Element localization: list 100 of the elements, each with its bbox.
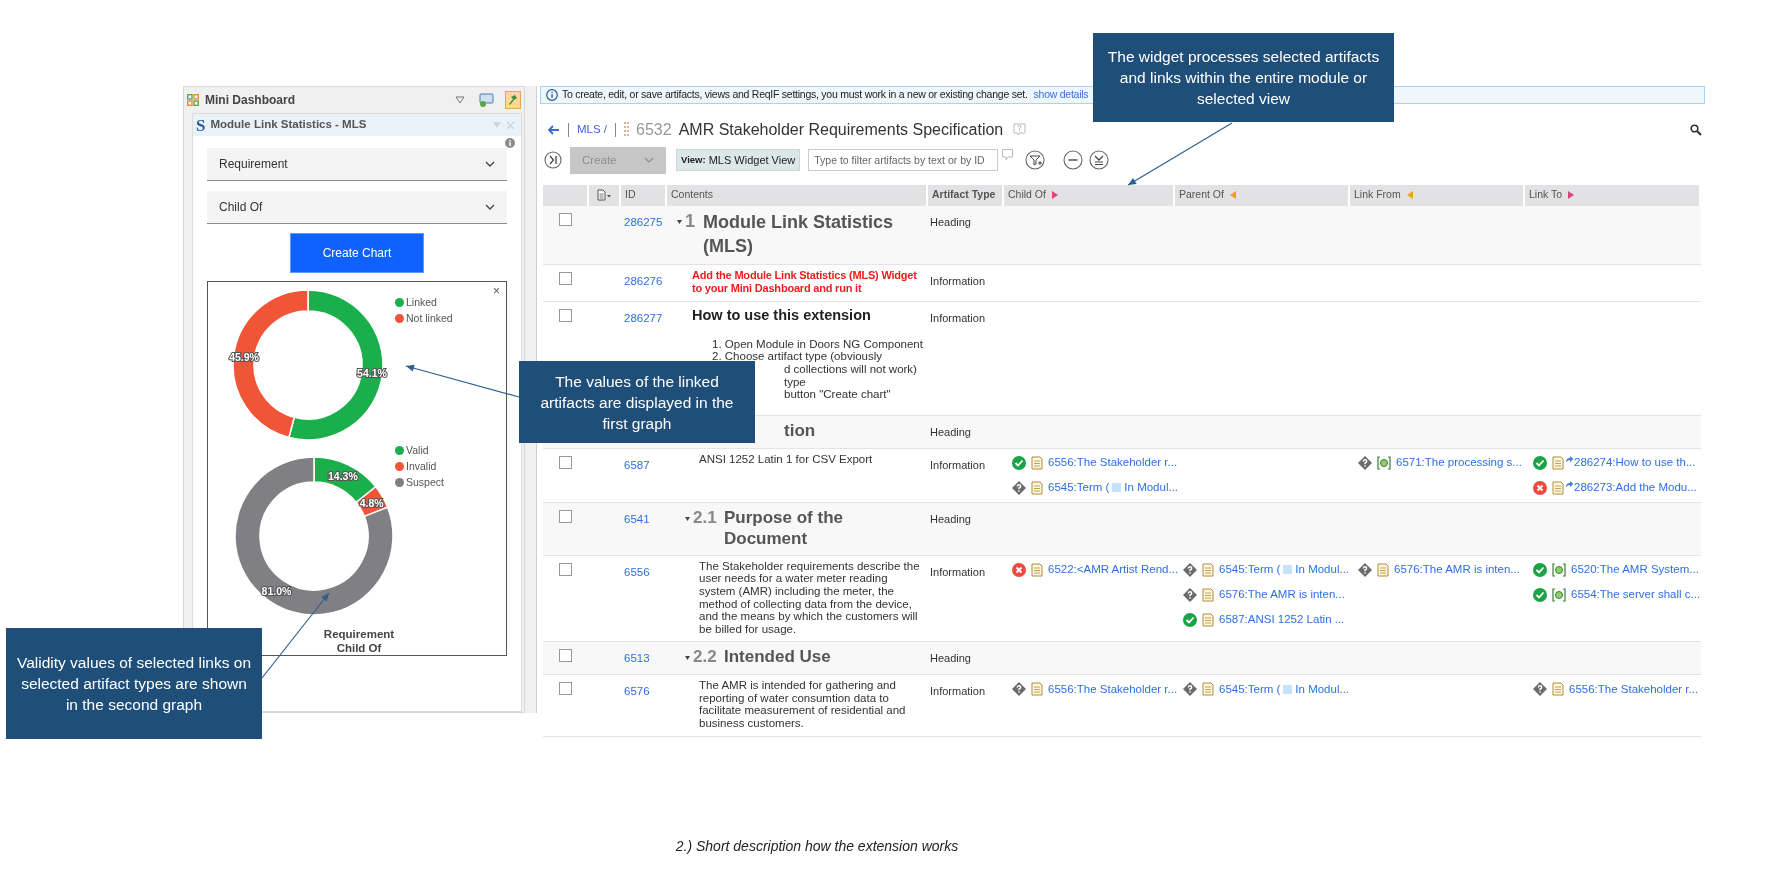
cross-circle-icon — [1533, 480, 1547, 495]
column-header[interactable]: Link To — [1525, 184, 1699, 206]
link-item[interactable]: 6556:The Stakeholder r... — [1569, 680, 1699, 698]
slice-label: 4.8% — [359, 496, 384, 509]
collapse-all-icon[interactable] — [1063, 150, 1084, 171]
chevron-icon — [644, 157, 654, 164]
column-header[interactable]: ID — [621, 184, 665, 206]
link-item[interactable]: 6576:The AMR is inten... — [1394, 561, 1520, 579]
check-circle-icon — [1533, 455, 1547, 470]
legend-label: Suspect — [406, 475, 444, 490]
content-text: The Stakeholder requirements describe the user needs for a water meter reading system (AMR) including the meter, the method of collecting data from the device, and the means by which the customers will be billed for usage. — [698, 559, 921, 636]
expand-caret-icon[interactable] — [685, 516, 690, 521]
left-triangle-icon — [1229, 191, 1236, 200]
expand-caret-icon[interactable] — [685, 656, 690, 661]
list-line: button "Create chart" — [784, 388, 891, 401]
artifact-id-link[interactable]: 286275 — [624, 215, 663, 228]
question-diamond-icon — [1183, 682, 1197, 697]
check-circle-icon — [1183, 612, 1197, 627]
pin-icon — [508, 94, 518, 106]
link-item[interactable]: 6545:Term ( In Modul... — [1219, 561, 1350, 579]
note-text: Add the Module Link Statistics (MLS) Widget to your Mini Dashboard and run it — [691, 268, 918, 295]
expand-all-icon[interactable] — [1089, 150, 1110, 171]
help-icon — [1002, 148, 1014, 161]
expand-caret-icon[interactable] — [677, 219, 682, 224]
artifact-type: Information — [930, 274, 986, 287]
pin-button[interactable] — [505, 91, 521, 109]
column-header[interactable]: Contents — [667, 184, 926, 206]
right-triangle-icon — [1568, 191, 1575, 200]
chevron-icon — [485, 161, 495, 167]
artifact-type: Information — [930, 565, 986, 578]
link-item[interactable]: 6576:The AMR is inten... — [1219, 586, 1345, 604]
column-header[interactable]: Parent Of — [1175, 184, 1348, 206]
artifact-id-link[interactable]: 6587 — [624, 458, 650, 471]
square-icon — [1283, 565, 1293, 575]
question-diamond-icon — [1183, 562, 1197, 577]
link-item[interactable]: 6556:The Stakeholder r... — [1048, 680, 1178, 698]
create-chart-button[interactable]: Create Chart — [290, 233, 424, 273]
close-chart-icon[interactable]: × — [493, 285, 500, 297]
search-icon[interactable] — [1690, 123, 1702, 136]
row-checkbox[interactable] — [559, 271, 572, 285]
add-widget-icon[interactable] — [479, 93, 495, 107]
filter-field[interactable]: Type to filter artifacts by text or by ID — [808, 149, 999, 172]
row-checkbox[interactable] — [559, 682, 572, 696]
breadcrumb-link[interactable]: MLS / — [577, 121, 608, 139]
column-header[interactable]: Artifact Type — [928, 184, 1002, 206]
link-item[interactable]: 6545:Term ( In Modul... — [1219, 680, 1350, 698]
artifact-id-link[interactable]: 6541 — [624, 512, 650, 525]
row-checkbox[interactable] — [559, 509, 572, 523]
heading-number: 1 — [685, 209, 696, 232]
artifact-id-link[interactable]: 6576 — [624, 685, 650, 698]
link-item[interactable]: 286273:Add the Modu... — [1574, 479, 1697, 497]
link-item[interactable]: 6556:The Stakeholder r... — [1048, 454, 1178, 472]
dropdown[interactable]: Requirement — [207, 148, 507, 181]
dashboard-title: Mini Dashboard — [205, 92, 296, 109]
row-checkbox[interactable] — [559, 212, 572, 226]
link-item[interactable]: 6554:The server shall c... — [1571, 586, 1701, 604]
module-title: AMR Stakeholder Requirements Specification — [678, 119, 1004, 140]
info-icon — [505, 138, 515, 148]
column-header[interactable]: Child Of — [1004, 184, 1173, 206]
artifact-id-link[interactable]: 6513 — [624, 652, 650, 665]
artifact-type: Information — [930, 311, 986, 324]
list-line: 1. Open Module in Doors NG Component — [712, 337, 923, 351]
artifact-type: Information — [930, 685, 986, 698]
expand-panel-icon[interactable] — [544, 151, 562, 170]
heading-title: Intended Use — [724, 646, 832, 668]
question-diamond-icon — [1358, 562, 1372, 577]
dropdown[interactable]: Child Of — [207, 191, 507, 224]
row-checkbox[interactable] — [559, 649, 572, 663]
artifact-id-link[interactable]: 6556 — [624, 565, 650, 578]
filter-icon[interactable] — [1025, 150, 1046, 171]
link-item[interactable]: 6522:<AMR Artist Rend... — [1048, 561, 1179, 579]
list-line: type — [784, 375, 806, 389]
show-details-link[interactable]: show details — [1033, 87, 1089, 103]
link-item[interactable]: 6520:The AMR System... — [1571, 561, 1699, 579]
row-checkbox[interactable] — [559, 455, 572, 469]
notice-text: To create, edit, or save artifacts, views and ReqIF settings, you must work in a new or existing change set. — [562, 87, 1028, 102]
view-selector[interactable]: View: MLS Widget View — [676, 149, 801, 172]
artifact-id-link[interactable]: 286276 — [624, 274, 663, 287]
cross-circle-icon — [1012, 562, 1026, 577]
row-checkbox[interactable] — [559, 308, 572, 322]
content-text: ANSI 1252 Latin 1 for CSV Export — [698, 452, 874, 466]
column-header[interactable]: Link From — [1350, 184, 1523, 206]
row-checkbox[interactable] — [559, 562, 572, 576]
column-menu-icon[interactable] — [597, 189, 611, 202]
link-item[interactable]: 6571:The processing s... — [1396, 454, 1522, 472]
check-circle-icon — [1533, 587, 1547, 602]
link-item[interactable]: 6587:ANSI 1252 Latin ... — [1219, 611, 1345, 629]
content-text: The AMR is intended for gathering and reporting of water consumtion data to facilitate measurement of residential and business customers. — [698, 679, 907, 730]
back-arrow-icon[interactable] — [548, 124, 560, 135]
artifact-id-link[interactable]: 286277 — [624, 311, 663, 324]
link-item[interactable]: 6545:Term ( In Modul... — [1048, 479, 1179, 497]
callout-box: The widget processes selected artifacts and links within the entire module or selected view — [1093, 33, 1394, 122]
legend-label: Valid — [406, 443, 429, 458]
link-item[interactable]: 286274:How to use th... — [1574, 454, 1696, 472]
chevron-icon — [485, 204, 495, 210]
callout-box: The values of the linked artifacts are displayed in the first graph — [519, 361, 755, 443]
dropdown-icon[interactable] — [455, 96, 465, 104]
artifact-type: Heading — [930, 512, 971, 525]
callout-box: Validity values of selected links on selected artifact types are shown in the second graph — [6, 628, 262, 739]
dashboard-icon — [187, 94, 199, 106]
